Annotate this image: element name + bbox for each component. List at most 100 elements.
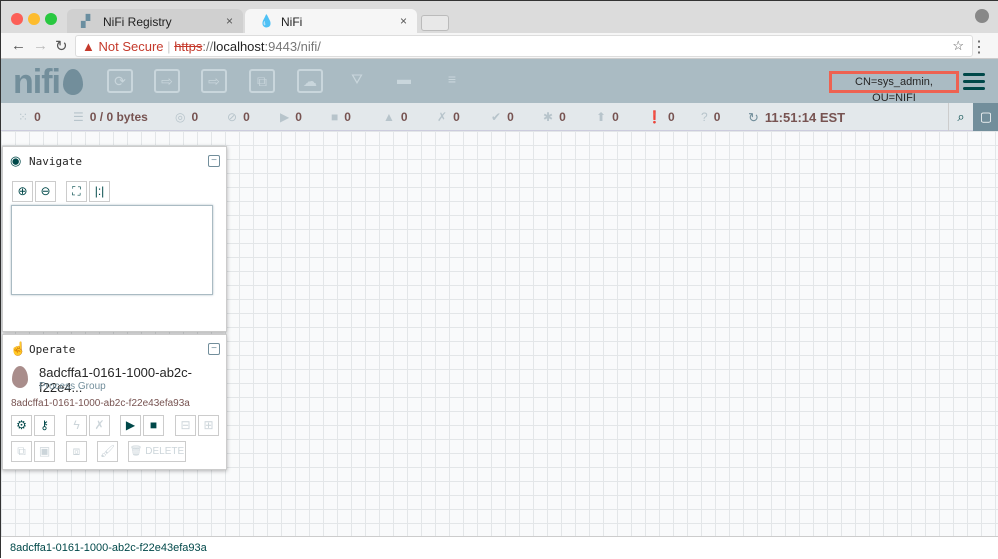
process-group-tool-icon[interactable]: ⧉	[249, 69, 275, 93]
running-count: 0	[295, 110, 302, 124]
delete-label: DELETE	[145, 446, 185, 457]
navigate-panel: ◉ Navigate − ⊕ ⊖ ⛶ |:|	[2, 146, 227, 332]
refresh-icon[interactable]: ↻	[748, 110, 759, 125]
components-count: 0	[34, 110, 41, 124]
maximize-window-button[interactable]	[45, 13, 57, 25]
operate-panel: ☝ Operate − 8adcffa1-0161-1000-ab2c-f22e…	[2, 334, 227, 470]
copy-button[interactable]: ⧉	[11, 441, 32, 462]
new-tab-button[interactable]	[421, 15, 449, 31]
upload-template-button[interactable]: ⊞	[198, 415, 219, 436]
processor-tool-icon[interactable]: ⟳	[107, 69, 133, 93]
navigate-title: Navigate	[29, 155, 82, 168]
collapse-navigate-icon[interactable]: −	[208, 155, 220, 167]
label-tool-icon[interactable]: ≡	[439, 69, 465, 93]
search-icon[interactable]: ⌕	[948, 103, 973, 131]
color-button[interactable]: 🖌	[97, 441, 118, 462]
url-host: localhost	[213, 39, 265, 54]
tab-nifi-registry[interactable]: ▞ NiFi Registry ×	[67, 9, 243, 33]
tab-label: NiFi Registry	[103, 15, 172, 29]
configure-button[interactable]: ⚙	[11, 415, 32, 436]
collapse-operate-icon[interactable]: −	[208, 343, 220, 355]
security-status: Not Secure	[98, 39, 164, 54]
paste-button[interactable]: ▣	[34, 441, 55, 462]
back-icon[interactable]: ←	[11, 37, 26, 54]
compass-icon: ◉	[10, 153, 22, 168]
zoom-in-button[interactable]: ⊕	[12, 181, 33, 202]
remote-process-group-tool-icon[interactable]: ☁	[297, 69, 323, 93]
sync-failure-count: 0	[667, 110, 675, 124]
fit-button[interactable]: ⛶	[66, 181, 87, 202]
stale-count: 0	[612, 110, 619, 124]
tab-nifi[interactable]: 💧 NiFi ×	[245, 9, 417, 33]
stopped-icon: ■	[331, 110, 339, 124]
invalid-count: 0	[400, 110, 408, 124]
birdseye-view[interactable]	[11, 205, 213, 295]
queued-count: 0 / 0 bytes	[89, 110, 148, 124]
group-button[interactable]: ⧈	[66, 441, 87, 462]
start-button[interactable]: ▶	[120, 415, 141, 436]
close-window-button[interactable]	[11, 13, 23, 25]
url-path: :9443/nifi/	[264, 39, 321, 54]
invalid-icon: ▲	[383, 110, 395, 124]
breadcrumb-item[interactable]: 8adcffa1-0161-1000-ab2c-f22e43efa93a	[10, 542, 207, 554]
warning-icon: ▲	[82, 39, 95, 54]
locally-modified-count: 0	[559, 110, 566, 124]
flow-status-bar: ⁙ 0 ☰ 0 / 0 bytes ◎ 0 ⊘ 0 ▶ 0 ■ 0 ▲ 0 ✗ 0 ✔ 0 ✱ 0 …	[1, 103, 998, 131]
zoom-out-button[interactable]: ⊖	[35, 181, 56, 202]
forward-icon[interactable]: →	[33, 37, 48, 54]
not-transmitting-icon: ⊘	[227, 110, 238, 124]
create-template-button[interactable]: ⊟	[175, 415, 196, 436]
locally-modified-icon: ✱	[543, 110, 554, 124]
transmitting-count: 0	[191, 110, 199, 124]
selection-id: 8adcffa1-0161-1000-ab2c-f22e43efa93a	[11, 398, 190, 409]
sync-failure-icon: ❗	[647, 110, 662, 124]
last-refreshed: 11:51:14 EST	[764, 110, 846, 125]
close-tab-icon[interactable]: ×	[400, 14, 407, 28]
disabled-count: 0	[453, 110, 460, 124]
output-port-tool-icon[interactable]: ⇨	[201, 69, 227, 93]
stop-button[interactable]: ■	[143, 415, 164, 436]
disabled-icon: ✗	[437, 110, 448, 124]
stopped-count: 0	[344, 110, 351, 124]
nifi-header: nifi ⟳ ⇨ ⇨ ⧉ ☁ ⛛ ▬ ≡ CN=sys_admin, OU=NI…	[1, 59, 998, 104]
funnel-tool-icon[interactable]: ⛛	[344, 69, 370, 93]
unknown-count: 0	[713, 110, 721, 124]
minimize-window-button[interactable]	[28, 13, 40, 25]
cluster-components-icon: ⁙	[18, 110, 29, 124]
nifi-logo: nifi	[13, 63, 61, 101]
input-port-tool-icon[interactable]: ⇨	[154, 69, 180, 93]
actual-size-button[interactable]: |:|	[89, 181, 110, 202]
disable-button[interactable]: ✗	[89, 415, 110, 436]
access-policies-button[interactable]: ⚷	[34, 415, 55, 436]
profile-icon[interactable]	[975, 9, 989, 23]
pointer-hand-icon: ☝	[10, 341, 27, 356]
nifi-drop-icon: 💧	[259, 14, 274, 28]
close-tab-icon[interactable]: ×	[226, 14, 233, 28]
url-scheme: https	[174, 39, 203, 54]
trash-icon: 🗑	[129, 446, 143, 457]
template-tool-icon[interactable]: ▬	[391, 69, 417, 93]
running-icon: ▶	[280, 110, 290, 124]
nifi-drop-logo	[63, 69, 83, 95]
reload-icon[interactable]: ↻	[55, 37, 68, 55]
address-bar-row: ← → ↻ ▲ Not Secure | https://localhost:9…	[1, 33, 998, 59]
stale-icon: ⬆	[596, 110, 607, 124]
breadcrumb: 8adcffa1-0161-1000-ab2c-f22e43efa93a	[1, 536, 998, 559]
bookmark-star-icon[interactable]: ☆	[952, 38, 964, 54]
delete-button[interactable]: 🗑 DELETE	[128, 441, 186, 462]
up-to-date-count: 0	[507, 110, 514, 124]
enable-button[interactable]: ϟ	[66, 415, 87, 436]
registry-icon: ▞	[81, 14, 91, 28]
operate-title: Operate	[29, 343, 76, 356]
process-group-icon	[12, 366, 28, 388]
queued-icon: ☰	[73, 110, 84, 124]
transmitting-icon: ◎	[175, 110, 186, 124]
url-input[interactable]: ▲ Not Secure | https://localhost:9443/ni…	[75, 35, 973, 57]
current-user: CN=sys_admin, OU=NIFI	[829, 71, 959, 104]
browser-menu-icon[interactable]: ⋮	[971, 37, 987, 57]
global-menu-icon[interactable]	[963, 73, 985, 94]
selection-type: Process Group	[39, 381, 106, 392]
unknown-icon: ?	[701, 110, 708, 124]
tab-label: NiFi	[281, 15, 303, 29]
bulletin-board-icon[interactable]: ▢	[973, 103, 998, 131]
